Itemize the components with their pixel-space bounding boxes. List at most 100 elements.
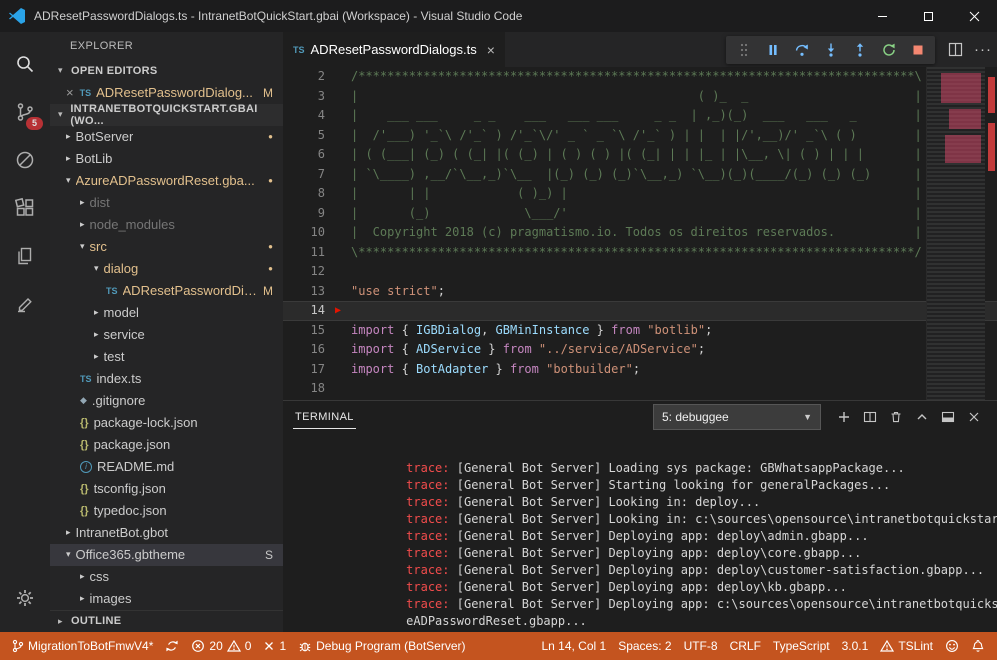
notifications-bell-icon[interactable] bbox=[965, 632, 991, 660]
split-editor-icon[interactable] bbox=[941, 36, 969, 64]
line-number: 9 bbox=[283, 204, 325, 224]
cursor-position[interactable]: Ln 14, Col 1 bbox=[535, 632, 612, 660]
step-into-button[interactable] bbox=[816, 37, 845, 63]
log-message: [General Bot Server] Deploying app: depl… bbox=[450, 529, 869, 543]
terminal-output[interactable]: trace: [General Bot Server] Loading sys … bbox=[283, 433, 997, 632]
outline-header[interactable]: OUTLINE bbox=[50, 610, 283, 633]
indentation[interactable]: Spaces: 2 bbox=[612, 632, 677, 660]
git-branch-indicator[interactable]: MigrationToBotFmwV4* bbox=[6, 632, 159, 660]
line-number: 13 bbox=[283, 282, 325, 302]
workspace-folder-header[interactable]: INTRANETBOTQUICKSTART.GBAI (WO... bbox=[50, 104, 283, 126]
encoding[interactable]: UTF-8 bbox=[678, 632, 724, 660]
git-status-badge: ● bbox=[262, 132, 273, 141]
twistie-icon: ▸ bbox=[80, 219, 85, 230]
maximize-panel-icon[interactable] bbox=[909, 404, 935, 430]
tree-item[interactable]: ▸ service bbox=[50, 324, 283, 346]
tree-item[interactable]: {} typedoc.json bbox=[50, 500, 283, 522]
terminal-tab[interactable]: TERMINAL bbox=[293, 405, 356, 429]
tree-item-label: css bbox=[90, 569, 110, 584]
tree-item[interactable]: {} package.json bbox=[50, 434, 283, 456]
eol-sequence[interactable]: CRLF bbox=[724, 632, 767, 660]
tree-item[interactable]: ▸ BotLib bbox=[50, 148, 283, 170]
tree-item[interactable]: TS index.ts bbox=[50, 368, 283, 390]
line-number: 15 bbox=[283, 321, 325, 341]
tree-item[interactable]: ▾ src ● bbox=[50, 236, 283, 258]
tree-item[interactable]: ▸ test bbox=[50, 346, 283, 368]
vscode-window: ADResetPasswordDialogs.ts - IntranetBotQ… bbox=[0, 0, 997, 660]
terminal-selector[interactable]: 5: debuggee ▼ bbox=[653, 404, 821, 430]
titlebar: ADResetPasswordDialogs.ts - IntranetBotQ… bbox=[0, 0, 997, 32]
tree-item[interactable]: ▾ dialog ● bbox=[50, 258, 283, 280]
settings-gear-icon[interactable] bbox=[0, 574, 50, 622]
tree-item[interactable]: ▸ css bbox=[50, 566, 283, 588]
window-title: ADResetPasswordDialogs.ts - IntranetBotQ… bbox=[34, 9, 522, 23]
minimize-button[interactable] bbox=[859, 0, 905, 32]
edit-icon[interactable] bbox=[0, 280, 50, 328]
twistie-icon: ▾ bbox=[94, 263, 99, 274]
split-terminal-icon[interactable] bbox=[857, 404, 883, 430]
open-editor-item[interactable]: × TS ADResetPasswordDialog... M bbox=[50, 82, 283, 104]
tree-item[interactable]: ▸ dist bbox=[50, 192, 283, 214]
debug-current-line-icon bbox=[325, 184, 351, 204]
code-editor[interactable]: 2 /*************************************… bbox=[283, 67, 997, 400]
minimap[interactable] bbox=[926, 67, 985, 400]
tree-item[interactable]: ▸ images bbox=[50, 588, 283, 610]
warning-count: 0 bbox=[245, 639, 252, 653]
extensions-icon[interactable] bbox=[0, 184, 50, 232]
tree-item[interactable]: ▸ IntranetBot.gbot bbox=[50, 522, 283, 544]
step-out-button[interactable] bbox=[845, 37, 874, 63]
new-terminal-icon[interactable] bbox=[831, 404, 857, 430]
tree-item-label: model bbox=[104, 305, 139, 320]
log-level: trace: bbox=[406, 478, 449, 492]
maximize-button[interactable] bbox=[905, 0, 951, 32]
debug-toolbar-grip[interactable] bbox=[729, 37, 758, 63]
stop-button[interactable] bbox=[903, 37, 932, 63]
twistie-icon: ▸ bbox=[94, 351, 99, 362]
code-text: import { BotAdapter } from "botbuilder"; bbox=[351, 360, 640, 380]
debug-current-line-icon: ▶ bbox=[325, 301, 351, 321]
extra-indicator[interactable]: 1 bbox=[257, 632, 292, 660]
tree-item[interactable]: ▸ model bbox=[50, 302, 283, 324]
tree-item-label: BotServer bbox=[76, 129, 134, 144]
restart-button[interactable] bbox=[874, 37, 903, 63]
linter-status[interactable]: TSLint bbox=[874, 632, 939, 660]
close-panel-icon[interactable] bbox=[961, 404, 987, 430]
step-over-button[interactable] bbox=[787, 37, 816, 63]
kill-terminal-icon[interactable] bbox=[883, 404, 909, 430]
typescript-version[interactable]: 3.0.1 bbox=[836, 632, 875, 660]
debug-icon[interactable] bbox=[0, 136, 50, 184]
feedback-smiley-icon[interactable] bbox=[939, 632, 965, 660]
language-mode[interactable]: TypeScript bbox=[767, 632, 836, 660]
close-editor-icon[interactable]: × bbox=[66, 85, 74, 100]
source-control-icon[interactable]: 5 bbox=[0, 88, 50, 136]
more-actions-icon[interactable]: ··· bbox=[969, 36, 997, 64]
tree-item[interactable]: ▾ AzureADPasswordReset.gba... ● bbox=[50, 170, 283, 192]
editor-scrollbar[interactable] bbox=[985, 67, 997, 400]
line-number: 12 bbox=[283, 262, 325, 282]
open-editors-header[interactable]: OPEN EDITORS bbox=[50, 60, 283, 82]
sync-icon[interactable] bbox=[159, 632, 185, 660]
line-number: 10 bbox=[283, 223, 325, 243]
tree-item[interactable]: ▸ node_modules bbox=[50, 214, 283, 236]
debug-config-label: Debug Program (BotServer) bbox=[316, 639, 465, 653]
tree-item[interactable]: {} package-lock.json bbox=[50, 412, 283, 434]
tree-item[interactable]: ▸ BotServer ● bbox=[50, 126, 283, 148]
tree-item[interactable]: {} tsconfig.json bbox=[50, 478, 283, 500]
twistie-icon: ▸ bbox=[80, 593, 85, 604]
files-icon[interactable] bbox=[0, 232, 50, 280]
close-tab-icon[interactable]: × bbox=[487, 42, 495, 58]
tree-item[interactable]: ▾ Office365.gbtheme S bbox=[50, 544, 283, 566]
code-text: | `\____) ,__/`\__,_)`\__ |(_) (_) (_)`\… bbox=[351, 165, 922, 185]
tree-item[interactable]: i README.md bbox=[50, 456, 283, 478]
tree-item[interactable]: TS ADResetPasswordDial... M bbox=[50, 280, 283, 302]
tree-item[interactable]: ◆ .gitignore bbox=[50, 390, 283, 412]
debug-toolbar bbox=[726, 36, 935, 64]
tab-adresetpassworddialogs[interactable]: TS ADResetPasswordDialogs.ts × bbox=[283, 32, 505, 67]
search-icon[interactable] bbox=[0, 40, 50, 88]
pause-button[interactable] bbox=[758, 37, 787, 63]
debug-status[interactable]: Debug Program (BotServer) bbox=[292, 632, 471, 660]
problems-indicator[interactable]: 20 0 bbox=[185, 632, 257, 660]
tree-item-label: src bbox=[90, 239, 107, 254]
toggle-panel-icon[interactable] bbox=[935, 404, 961, 430]
close-button[interactable] bbox=[951, 0, 997, 32]
